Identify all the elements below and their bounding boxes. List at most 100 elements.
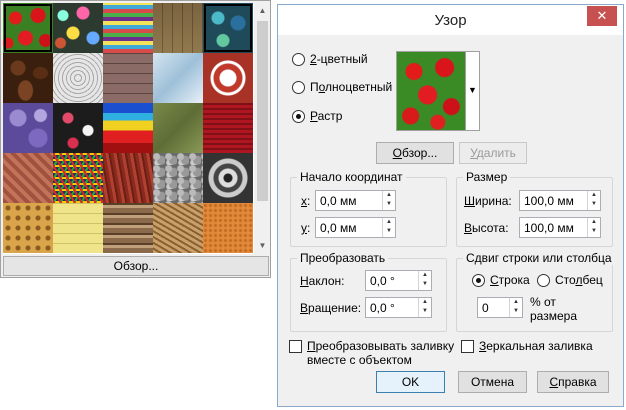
pattern-tile-logs[interactable] bbox=[103, 203, 153, 253]
pattern-tile-color-nest[interactable] bbox=[53, 153, 103, 203]
pattern-tile-lace[interactable] bbox=[53, 53, 103, 103]
radio-dot[interactable] bbox=[537, 273, 550, 287]
skew-field[interactable]: 0,0 ° ▲ ▼ bbox=[365, 270, 432, 291]
transform-with-object-label: Преобразовывать заливку вместе с объекто… bbox=[307, 339, 455, 367]
pattern-tile-coffee-beans[interactable] bbox=[3, 53, 53, 103]
offset-unit-line1: % от bbox=[530, 295, 556, 309]
pattern-tile-strawberry[interactable] bbox=[3, 3, 53, 53]
cancel-button[interactable]: Отмена bbox=[458, 371, 527, 393]
spin-up-icon[interactable]: ▲ bbox=[383, 191, 395, 200]
pattern-tile-woodgrain-red[interactable] bbox=[3, 153, 53, 203]
transform-legend: Преобразовать bbox=[297, 251, 389, 265]
size-width-label: Ширина: bbox=[464, 194, 512, 208]
radio-offset-column[interactable]: Столбец bbox=[537, 273, 603, 287]
offset-spinner[interactable]: ▲ ▼ bbox=[509, 298, 522, 317]
preview-dropdown[interactable]: ▼ bbox=[466, 51, 480, 131]
pattern-tile-marbles[interactable] bbox=[53, 3, 103, 53]
pattern-tile-purple-flowers[interactable] bbox=[3, 103, 53, 153]
spin-up-icon[interactable]: ▲ bbox=[419, 298, 431, 307]
dialog-titlebar: Узор ✕ bbox=[278, 5, 623, 35]
radio-two-color[interactable]: 2-цветный bbox=[292, 52, 368, 66]
help-button[interactable]: Справка bbox=[537, 371, 609, 393]
transform-with-object-checkbox[interactable]: Преобразовывать заливку вместе с объекто… bbox=[289, 339, 454, 367]
pattern-tile-stone-wall[interactable] bbox=[153, 3, 203, 53]
spin-up-icon[interactable]: ▲ bbox=[419, 271, 431, 280]
radio-bitmap[interactable]: Растр bbox=[292, 109, 342, 123]
rotate-value[interactable]: 0,0 ° bbox=[370, 301, 395, 315]
pattern-tile-orange-sand[interactable] bbox=[203, 203, 253, 253]
pattern-tile-green-stone[interactable] bbox=[153, 103, 203, 153]
rotate-spinner[interactable]: ▲ ▼ bbox=[418, 298, 431, 317]
checkbox-box[interactable] bbox=[289, 340, 302, 353]
origin-y-field[interactable]: 0,0 мм ▲ ▼ bbox=[315, 217, 396, 238]
rotate-label: Вращение: bbox=[300, 301, 362, 315]
pattern-tile-brick[interactable] bbox=[103, 53, 153, 103]
spin-down-icon[interactable]: ▼ bbox=[510, 307, 522, 316]
size-height-spinner[interactable]: ▲ ▼ bbox=[587, 218, 600, 237]
pattern-tile-gravel[interactable] bbox=[153, 153, 203, 203]
close-icon[interactable]: ✕ bbox=[587, 6, 617, 26]
radio-offset-row[interactable]: Строка bbox=[472, 273, 530, 287]
spin-down-icon[interactable]: ▼ bbox=[419, 307, 431, 316]
size-width-value[interactable]: 100,0 мм bbox=[524, 194, 574, 208]
spin-up-icon[interactable]: ▲ bbox=[588, 218, 600, 227]
radio-full-color-label: Полноцветный bbox=[310, 80, 393, 94]
offset-value[interactable]: 0 bbox=[482, 301, 489, 315]
spin-up-icon[interactable]: ▲ bbox=[588, 191, 600, 200]
radio-full-color[interactable]: Полноцветный bbox=[292, 80, 392, 94]
spin-down-icon[interactable]: ▼ bbox=[419, 280, 431, 289]
skew-spinner[interactable]: ▲ ▼ bbox=[418, 271, 431, 290]
size-height-field[interactable]: 100,0 мм ▲ ▼ bbox=[519, 217, 601, 238]
origin-x-value[interactable]: 0,0 мм bbox=[320, 194, 357, 208]
spin-up-icon[interactable]: ▲ bbox=[510, 298, 522, 307]
delete-button[interactable]: Удалить bbox=[459, 142, 527, 164]
spin-down-icon[interactable]: ▼ bbox=[588, 200, 600, 209]
browse-button[interactable]: Обзор... bbox=[376, 142, 454, 164]
origin-y-spinner[interactable]: ▲ ▼ bbox=[382, 218, 395, 237]
pattern-tile-cracker[interactable] bbox=[3, 203, 53, 253]
scroll-up-icon[interactable]: ▲ bbox=[255, 3, 270, 19]
origin-x-field[interactable]: 0,0 мм ▲ ▼ bbox=[315, 190, 396, 211]
offset-field[interactable]: 0 ▲ ▼ bbox=[477, 297, 523, 318]
pattern-tile-floral-black[interactable] bbox=[53, 103, 103, 153]
pattern-tile-color-stripes[interactable] bbox=[103, 103, 153, 153]
rotate-field[interactable]: 0,0 ° ▲ ▼ bbox=[365, 297, 432, 318]
spin-down-icon[interactable]: ▼ bbox=[588, 227, 600, 236]
size-width-field[interactable]: 100,0 мм ▲ ▼ bbox=[519, 190, 601, 211]
scroll-down-icon[interactable]: ▼ bbox=[255, 238, 270, 254]
size-width-spinner[interactable]: ▲ ▼ bbox=[587, 191, 600, 210]
picker-browse-button[interactable]: Обзор... bbox=[3, 256, 269, 276]
spin-down-icon[interactable]: ▼ bbox=[383, 200, 395, 209]
dialog-title: Узор bbox=[434, 12, 467, 29]
radio-dot-selected[interactable] bbox=[472, 273, 485, 287]
chevron-down-icon[interactable]: ▼ bbox=[468, 85, 477, 95]
pattern-tile-red-knit[interactable] bbox=[203, 103, 253, 153]
origin-x-spinner[interactable]: ▲ ▼ bbox=[382, 191, 395, 210]
size-legend: Размер bbox=[463, 170, 511, 184]
mirror-fill-checkbox[interactable]: Зеркальная заливка bbox=[461, 339, 593, 353]
radio-dot[interactable] bbox=[292, 52, 305, 66]
pattern-tile-ornament-tile[interactable] bbox=[203, 53, 253, 103]
spin-up-icon[interactable]: ▲ bbox=[383, 218, 395, 227]
pattern-preview[interactable] bbox=[396, 51, 466, 131]
pattern-tile-metal-ornament[interactable] bbox=[203, 153, 253, 203]
pattern-tile-red-bark[interactable] bbox=[103, 153, 153, 203]
scroll-thumb[interactable] bbox=[257, 21, 268, 201]
size-height-label: Высота: bbox=[464, 221, 509, 235]
origin-y-label: y: bbox=[301, 221, 311, 235]
size-height-value[interactable]: 100,0 мм bbox=[524, 221, 574, 235]
pattern-tile-ice[interactable] bbox=[153, 53, 203, 103]
pattern-grid bbox=[3, 3, 254, 254]
skew-value[interactable]: 0,0 ° bbox=[370, 274, 395, 288]
pattern-tile-glass-beads[interactable] bbox=[203, 3, 253, 53]
origin-y-value[interactable]: 0,0 мм bbox=[320, 221, 357, 235]
radio-dot-selected[interactable] bbox=[292, 109, 305, 123]
radio-dot[interactable] bbox=[292, 80, 305, 94]
pattern-tile-fabric-stripes[interactable] bbox=[103, 3, 153, 53]
checkbox-box[interactable] bbox=[461, 340, 474, 353]
pattern-scrollbar[interactable]: ▲ ▼ bbox=[255, 3, 270, 254]
ok-button[interactable]: OK bbox=[376, 371, 445, 393]
pattern-tile-yellow-wood[interactable] bbox=[53, 203, 103, 253]
spin-down-icon[interactable]: ▼ bbox=[383, 227, 395, 236]
pattern-tile-straw[interactable] bbox=[153, 203, 203, 253]
